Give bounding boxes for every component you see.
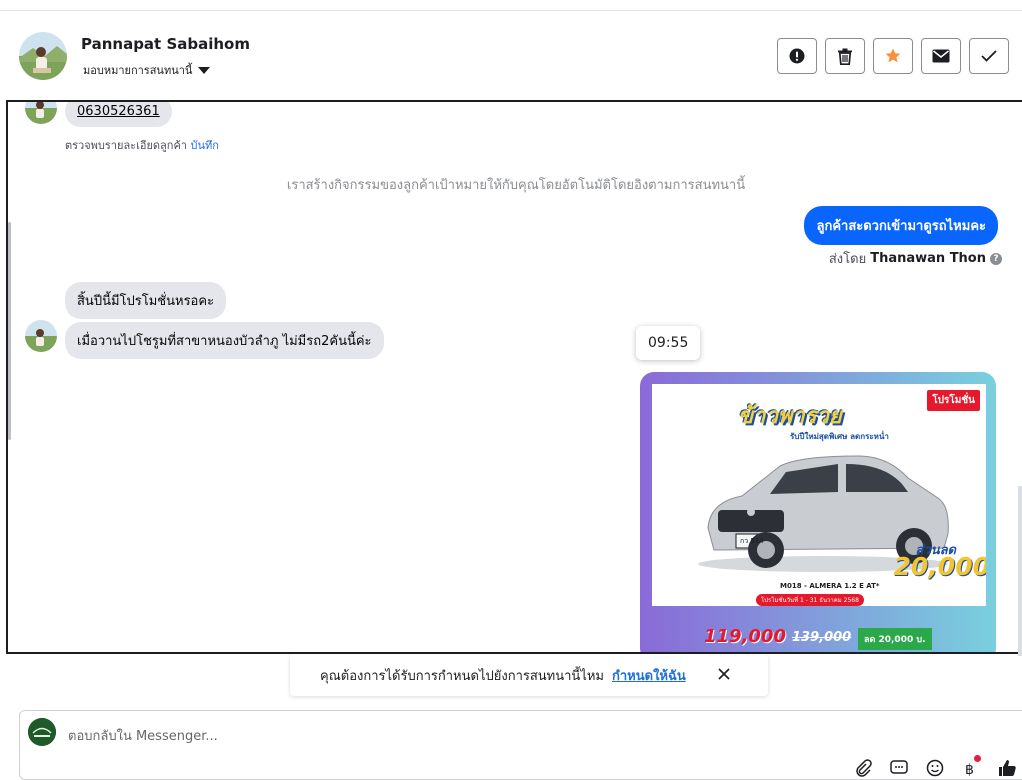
emoji-icon[interactable] (924, 757, 946, 779)
help-icon[interactable]: ? (990, 252, 1002, 265)
right-panel-edge (1018, 486, 1022, 656)
contact-name[interactable]: Pannapat Sabaihom (81, 35, 250, 53)
close-icon[interactable] (717, 667, 731, 685)
sent-by-prefix: ส่งโดย (828, 252, 867, 267)
spam-button[interactable] (777, 38, 817, 74)
message-thread[interactable]: 0630526361 ตรวจพบรายละเอียดลูกค้า บันทึก… (6, 100, 1022, 654)
check-icon (981, 50, 997, 62)
trash-icon (838, 48, 852, 65)
timestamp-tooltip: 09:55 (636, 326, 701, 360)
message-bubble-phone[interactable]: 0630526361 (65, 102, 172, 127)
thread-scrollbar[interactable] (8, 222, 11, 440)
notification-dot (974, 755, 981, 762)
star-button[interactable] (873, 38, 913, 74)
license-plate: กว 514 (740, 537, 764, 545)
phone-number-link[interactable]: 0630526361 (77, 104, 160, 119)
chevron-down-icon (198, 66, 211, 74)
assign-dropdown[interactable]: มอบหมายการสนทนานี้ (83, 61, 211, 79)
composer-toolbar: ฿ (852, 755, 1018, 779)
assign-label: มอบหมายการสนทนานี้ (83, 64, 193, 77)
header-actions (777, 38, 1009, 74)
promo-discount-value: 20,000 (893, 552, 986, 581)
assign-to-me-link[interactable]: กำหนดให้ฉัน (612, 665, 686, 686)
like-icon[interactable] (996, 757, 1018, 779)
mark-done-button[interactable] (969, 38, 1009, 74)
promo-model: M018 - ALMERA 1.2 E AT* (780, 582, 880, 590)
details-note-text: ตรวจพบรายละเอียดลูกค้า (65, 139, 187, 152)
system-message: เราสร้างกิจกรรมของลูกค้าเป้าหมายให้กับคุ… (286, 178, 746, 193)
promo-title: ข้าวพารวย (738, 404, 842, 429)
promo-tag: โปรโมชั่น (927, 390, 980, 411)
alert-icon (789, 48, 805, 64)
customer-details-note: ตรวจพบรายละเอียดลูกค้า บันทึก (65, 136, 219, 154)
sent-by-line: ส่งโดย Thanawan Thon ? (829, 248, 1002, 269)
envelope-icon (932, 49, 950, 63)
reply-input[interactable]: ตอบกลับใน Messenger... (68, 725, 218, 746)
payment-icon[interactable]: ฿ (960, 755, 982, 779)
sent-by-name: Thanawan Thon (870, 251, 986, 266)
contact-avatar-small[interactable] (25, 102, 57, 124)
star-icon (885, 48, 901, 63)
mark-unread-button[interactable] (921, 38, 961, 74)
promo-date-range: โปรโมชั่นวันที่ 1 - 31 ธันวาคม 2568 (756, 594, 864, 606)
promo-poster: โปรโมชั่น ข้าวพารวย รับปีใหม่สุดพิเศษ ลด… (652, 384, 986, 606)
message-bubble-incoming[interactable]: สิ้นปีนี้มีโปรโมชั่นหรอคะ (65, 282, 227, 319)
promo-price: 119,000 (704, 626, 786, 647)
assign-banner-text: คุณต้องการได้รับการกำหนดไปยังการสนทนานี้… (320, 668, 604, 684)
reply-composer: ตอบกลับใน Messenger... ฿ (19, 710, 1022, 780)
svg-text:฿: ฿ (965, 762, 974, 777)
delete-button[interactable] (825, 38, 865, 74)
conversation-header: Pannapat Sabaihom มอบหมายการสนทนานี้ (0, 11, 1022, 101)
page-avatar (28, 718, 56, 746)
contact-avatar-small[interactable] (25, 320, 57, 352)
promo-old-price: 139,000 (792, 630, 852, 645)
promo-image-attachment[interactable]: โปรโมชั่น ข้าวพารวย รับปีใหม่สุดพิเศษ ลด… (640, 372, 996, 652)
saved-reply-icon[interactable] (888, 757, 910, 779)
message-bubble-outgoing[interactable]: ลูกค้าสะดวกเข้ามาดูรถไหมคะ (804, 206, 998, 245)
assign-banner: คุณต้องการได้รับการกำหนดไปยังการสนทนานี้… (290, 654, 768, 696)
promo-save-badge: ลด 20,000 บ. (858, 628, 932, 650)
save-details-link[interactable]: บันทึก (190, 139, 218, 152)
contact-avatar[interactable] (19, 32, 67, 80)
paperclip-icon[interactable] (852, 757, 874, 779)
message-bubble-incoming[interactable]: เมื่อวานไปโชรูมที่สาขาหนองบัวลำภู ไม่มีร… (65, 322, 384, 359)
